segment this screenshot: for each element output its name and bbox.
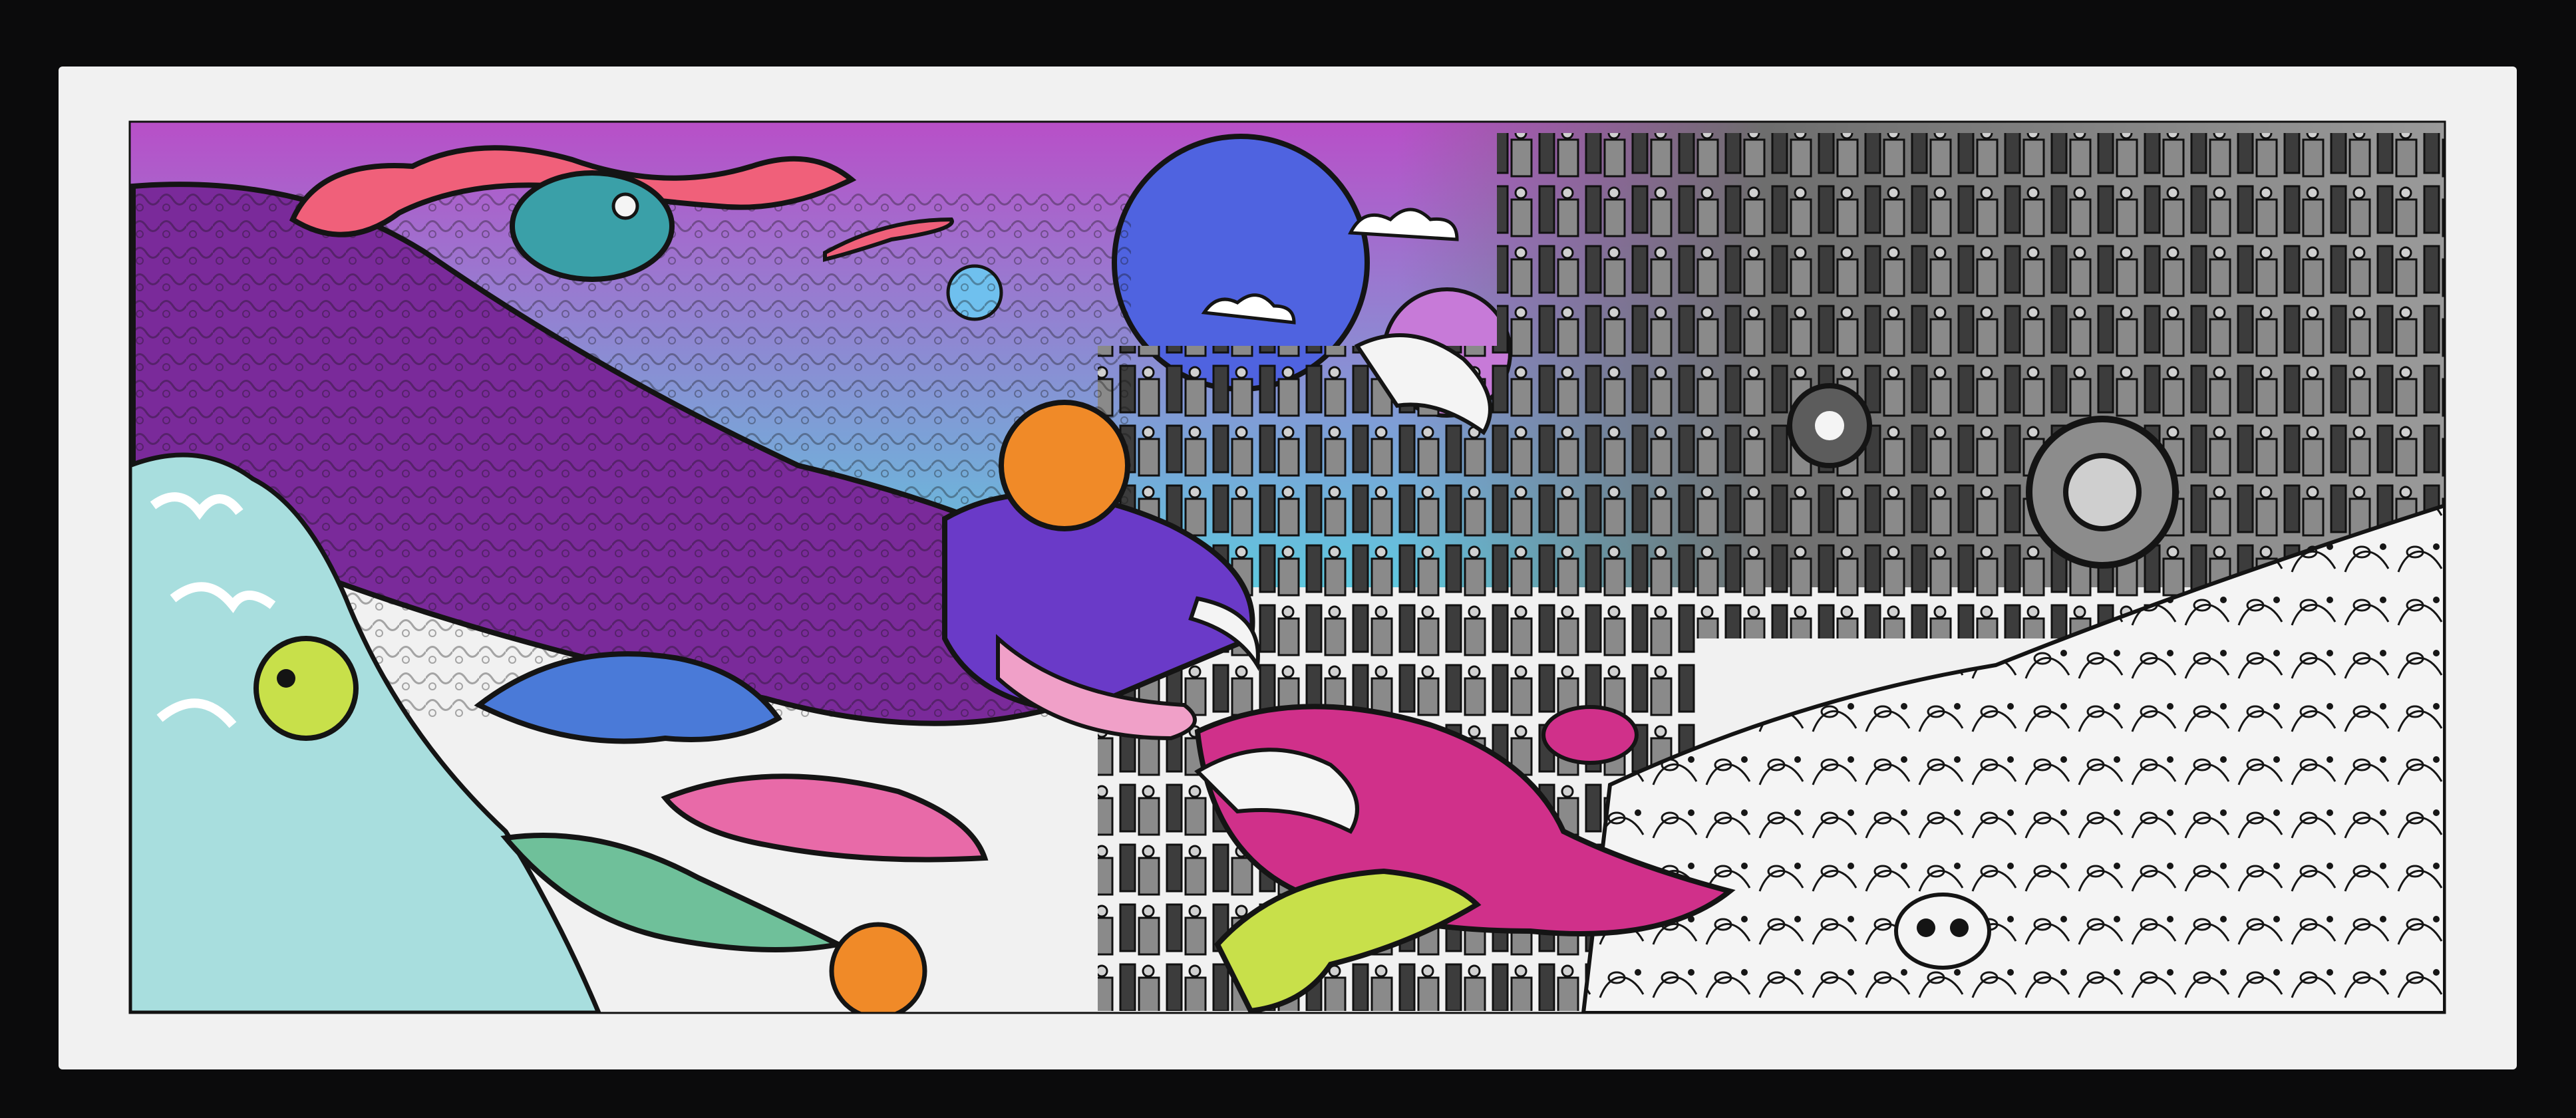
orange-coral	[999, 400, 1130, 531]
grey-spiral-core	[2063, 453, 2142, 531]
orange-creature	[829, 922, 927, 1013]
grey-eye-pupil	[1815, 411, 1844, 440]
art-print-scene	[0, 0, 2576, 1118]
lime-eye-creature	[253, 636, 359, 741]
pink-brain	[1541, 705, 1639, 765]
octopus-eye	[611, 192, 639, 220]
lineart-eye	[1917, 918, 1935, 937]
lineart-eye	[1950, 918, 1969, 937]
creature-pupil	[277, 669, 295, 688]
artwork	[130, 122, 2445, 1013]
lineart-skull	[1894, 893, 1991, 970]
teal-octopus	[510, 170, 675, 282]
